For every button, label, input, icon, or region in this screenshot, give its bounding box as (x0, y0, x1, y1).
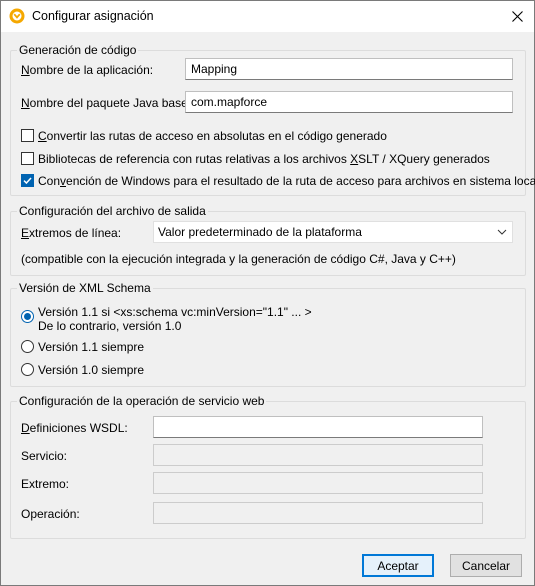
app-name-label: Nombre de la aplicación: (21, 63, 154, 77)
java-package-label: Nombre del paquete Java base: (21, 96, 192, 110)
line-ends-label: Extremos de línea: (21, 226, 122, 240)
chevron-down-icon (497, 229, 507, 235)
line-ends-select[interactable]: Valor predeterminado de la plataforma (153, 221, 513, 243)
relative-libraries-checkbox[interactable] (21, 152, 34, 165)
wsdl-label: Definiciones WSDL: (21, 421, 128, 435)
app-name-input[interactable] (185, 58, 513, 80)
cancel-button[interactable]: Cancelar (450, 554, 522, 577)
endpoint-input (153, 472, 483, 494)
code-generation-title: Generación de código (17, 43, 139, 57)
wsdl-input[interactable] (153, 416, 483, 438)
schema-1-1-radio[interactable] (21, 340, 34, 353)
endpoint-label: Extremo: (21, 477, 70, 491)
output-note: (compatible con la ejecución integrada y… (21, 252, 456, 266)
window-title: Configurar asignación (32, 9, 154, 23)
schema-1-0-radio[interactable] (21, 363, 34, 376)
operation-input (153, 502, 483, 524)
schema-auto-label-line2: De lo contrario, versión 1.0 (38, 319, 182, 333)
operation-label: Operación: (21, 507, 80, 521)
close-icon (511, 11, 523, 22)
web-service-title: Configuración de la operación de servici… (17, 394, 267, 408)
ok-button[interactable]: Aceptar (362, 554, 434, 577)
output-config-title: Configuración del archivo de salida (17, 204, 208, 218)
absolute-paths-label[interactable]: Convertir las rutas de acceso en absolut… (38, 129, 387, 143)
windows-convention-label[interactable]: Convención de Windows para el resultado … (38, 174, 535, 188)
schema-auto-radio[interactable] (21, 310, 34, 323)
windows-convention-checkbox[interactable] (21, 174, 34, 187)
app-logo-icon (9, 8, 25, 24)
line-ends-value: Valor predeterminado de la plataforma (158, 225, 362, 239)
relative-libraries-label[interactable]: Bibliotecas de referencia con rutas rela… (38, 152, 490, 166)
title-bar: Configurar asignación (1, 1, 534, 32)
service-label: Servicio: (21, 449, 68, 463)
schema-1-1-label[interactable]: Versión 1.1 siempre (38, 340, 144, 354)
service-input (153, 444, 483, 466)
java-package-input[interactable] (185, 91, 513, 113)
absolute-paths-checkbox[interactable] (21, 129, 34, 142)
schema-auto-label[interactable]: Versión 1.1 si <xs:schema vc:minVersion=… (38, 305, 312, 319)
close-button[interactable] (500, 1, 534, 32)
schema-1-0-label[interactable]: Versión 1.0 siempre (38, 363, 144, 377)
dialog-window: Configurar asignación Generación de códi… (0, 0, 535, 586)
checkmark-icon (23, 177, 32, 185)
xml-schema-title: Versión de XML Schema (17, 281, 153, 295)
